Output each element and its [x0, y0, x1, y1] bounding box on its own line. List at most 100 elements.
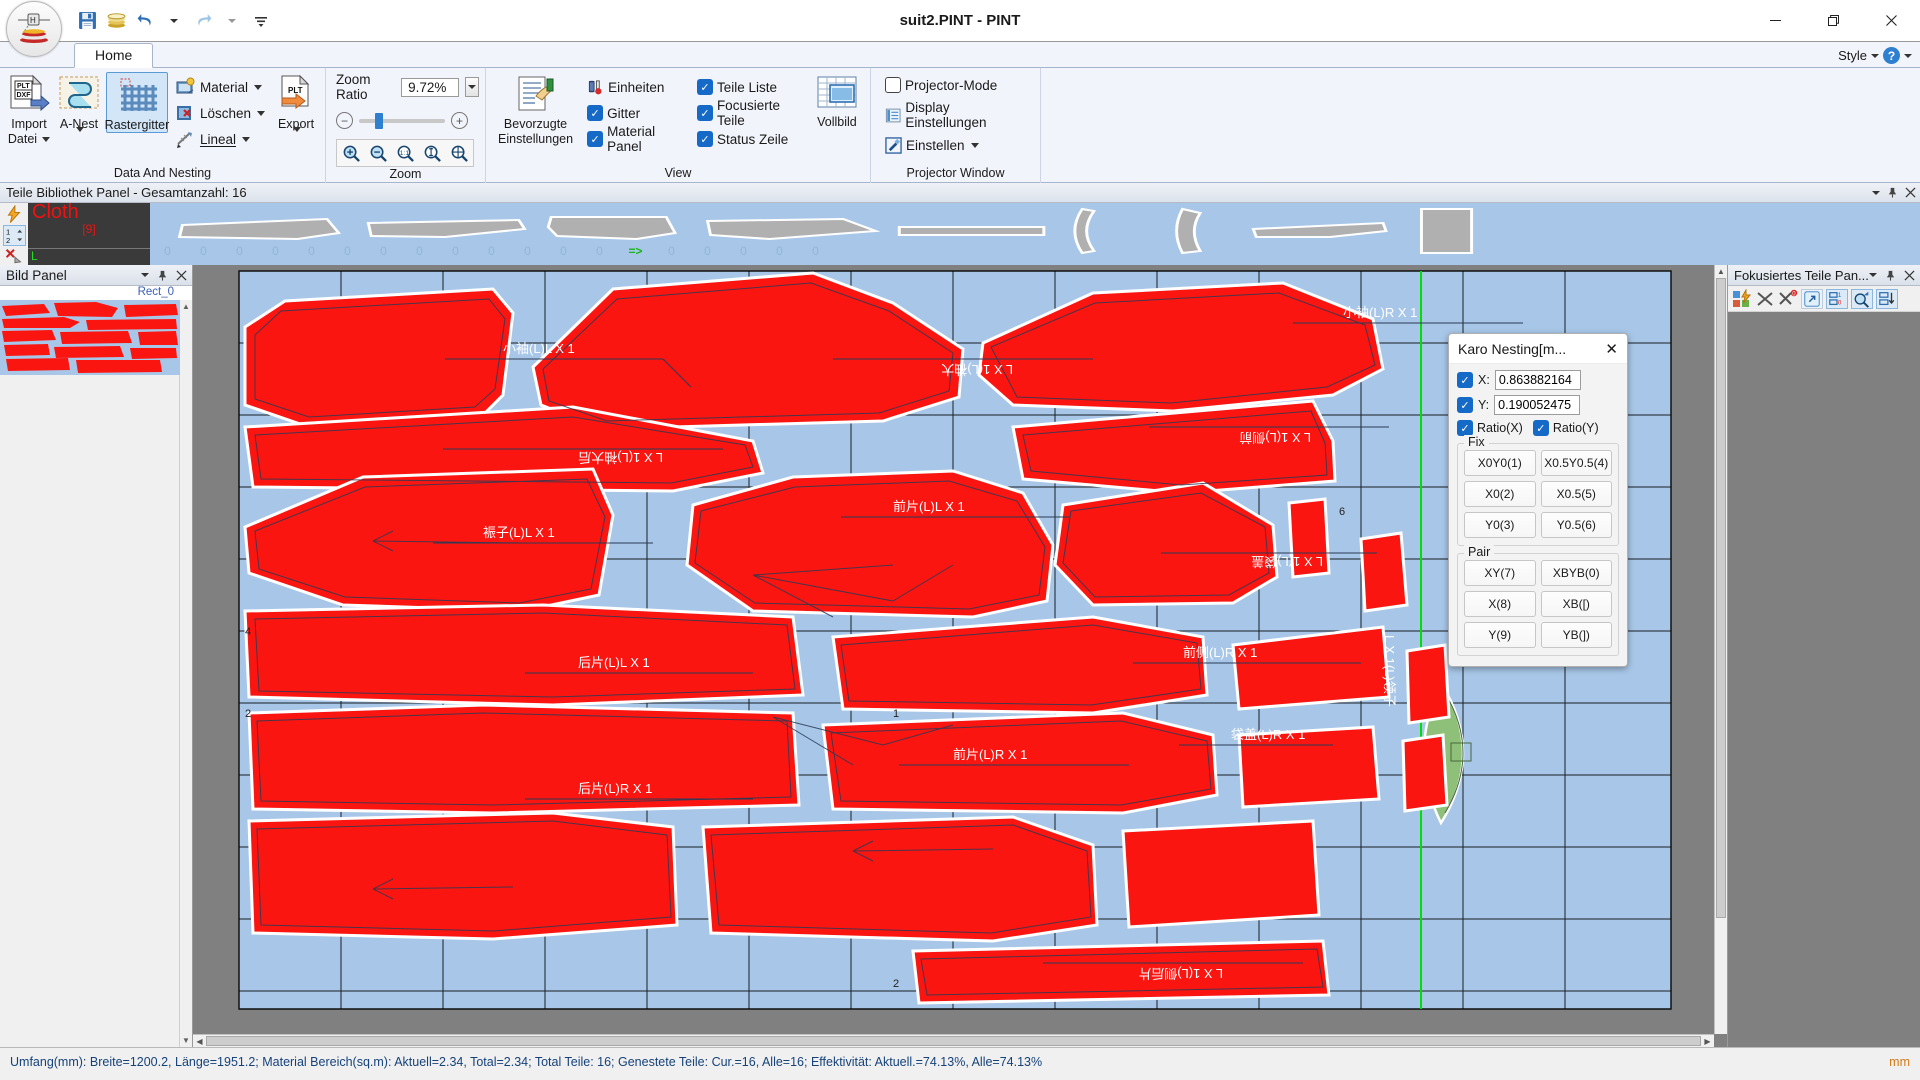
- close-icon[interactable]: [1904, 269, 1915, 281]
- ratio-y-checkbox[interactable]: ✓: [1532, 420, 1549, 436]
- teile-liste-checkbox[interactable]: ✓: [696, 79, 713, 95]
- fix-x0y0-button[interactable]: X0Y0(1): [1464, 450, 1536, 476]
- pair-y-button[interactable]: Y(9): [1464, 622, 1536, 648]
- focusierte-teile-checkbox[interactable]: ✓: [696, 105, 713, 121]
- export-dropdown-icon[interactable]: [293, 127, 301, 146]
- y-checkbox[interactable]: ✓: [1457, 397, 1473, 413]
- einheiten-item[interactable]: Einheiten: [583, 74, 683, 100]
- a-nest-dropdown-icon[interactable]: [75, 127, 84, 146]
- save-icon[interactable]: [74, 8, 100, 34]
- lineal-dropdown-icon[interactable]: [242, 136, 250, 142]
- zoom-fit-all-icon[interactable]: [446, 141, 472, 165]
- bild-panel-side-scrollbar[interactable]: ▼: [179, 375, 192, 1047]
- a-nest-button[interactable]: A-Nest: [56, 72, 102, 146]
- export-button[interactable]: PLT Export: [273, 72, 319, 146]
- gitter-item[interactable]: ✓ Gitter: [583, 100, 683, 126]
- einstellen-dropdown-icon[interactable]: [970, 142, 979, 148]
- material-panel-item[interactable]: ✓ Material Panel: [583, 124, 683, 154]
- zoom-in-icon[interactable]: [338, 141, 364, 165]
- karo-nesting-dialog[interactable]: Karo Nesting[m... ✕ ✓ X: ✓ Y: ✓ Ratio(X): [1448, 333, 1628, 667]
- counter-icon[interactable]: 10: [1826, 288, 1848, 309]
- undo-dropdown-icon[interactable]: [161, 8, 187, 34]
- vollbild-button[interactable]: Vollbild: [810, 72, 864, 129]
- fix-x05y05-button[interactable]: X0.5Y0.5(4): [1540, 450, 1612, 476]
- pair-xbyb-button[interactable]: XBYB(0): [1540, 560, 1612, 586]
- canvas-horizontal-scrollbar[interactable]: ◀ ▶: [193, 1034, 1714, 1047]
- tab-home[interactable]: Home: [74, 43, 154, 68]
- pair-xy-button[interactable]: XY(7): [1464, 560, 1536, 586]
- style-menu-label[interactable]: Style: [1838, 48, 1867, 63]
- bevorzugte-einstellungen-button[interactable]: Bevorzugte Einstellungen: [498, 72, 573, 146]
- zoom-slider-thumb[interactable]: [375, 112, 383, 129]
- zoom-slider[interactable]: − +: [336, 112, 468, 129]
- display-einstellungen-item[interactable]: Display Einstellungen: [881, 100, 1034, 130]
- status-zeile-checkbox[interactable]: ✓: [696, 131, 713, 147]
- loeschen-dropdown-icon[interactable]: [257, 110, 266, 116]
- projector-mode-item[interactable]: Projector-Mode: [881, 72, 1001, 98]
- minimize-button[interactable]: [1746, 0, 1804, 41]
- material-dropdown-icon[interactable]: [253, 84, 262, 90]
- lightning-icon[interactable]: [4, 205, 24, 224]
- x-checkbox[interactable]: ✓: [1457, 372, 1473, 388]
- delete-part-icon[interactable]: [4, 247, 24, 266]
- rastergitter-button[interactable]: Rastergitter: [105, 72, 169, 133]
- application-menu-button[interactable]: H: [6, 1, 62, 57]
- bild-panel-preview[interactable]: ▲: [0, 300, 192, 375]
- zoom-part-icon[interactable]: [1851, 288, 1873, 309]
- chevron-down-icon[interactable]: [1869, 273, 1877, 277]
- horizontal-scrollbar-thumb[interactable]: [206, 1036, 1701, 1046]
- customize-quick-access-icon[interactable]: [248, 8, 274, 34]
- zoom-ratio-value[interactable]: 9.72%: [401, 77, 460, 97]
- focus-panel-content[interactable]: [1728, 312, 1920, 1047]
- library-parts-strip[interactable]: 0 0 0 0 0 0 0 0 0 0 0 0 0 => 0 0 0 0 0: [150, 203, 1920, 265]
- dialog-title-bar[interactable]: Karo Nesting[m... ✕: [1449, 334, 1627, 364]
- fix-y0-button[interactable]: Y0(3): [1464, 512, 1536, 538]
- nesting-canvas[interactable]: 4 2 1 6 2 小袖(L)L X 1 小袖(L)R X 1 L X 1(L)…: [193, 265, 1727, 1047]
- teile-liste-item[interactable]: ✓ Teile Liste: [693, 74, 800, 100]
- focusierte-teile-item[interactable]: ✓ Focusierte Teile: [693, 98, 800, 128]
- pair-yb-button[interactable]: YB(]): [1540, 622, 1612, 648]
- import-datei-button[interactable]: PLT DXF Import Datei: [6, 72, 52, 146]
- redo-icon[interactable]: [190, 8, 216, 34]
- scroll-left-icon[interactable]: ◀: [193, 1035, 206, 1047]
- zoom-slider-track[interactable]: [359, 112, 445, 129]
- pair-x-button[interactable]: X(8): [1464, 591, 1536, 617]
- y-input[interactable]: [1494, 395, 1581, 415]
- projector-mode-checkbox[interactable]: [885, 77, 901, 93]
- chevron-down-icon[interactable]: [1872, 190, 1880, 195]
- help-icon[interactable]: ?: [1883, 47, 1900, 64]
- export-part-icon[interactable]: [1801, 288, 1823, 309]
- zoom-ratio-dropdown-icon[interactable]: [465, 77, 479, 97]
- gitter-checkbox[interactable]: ✓: [587, 105, 604, 121]
- sort-icon[interactable]: [1876, 288, 1898, 309]
- ratio-x-checkbox[interactable]: ✓: [1457, 420, 1473, 436]
- zoom-out-button[interactable]: −: [336, 112, 353, 129]
- library-tile-cloth[interactable]: Cloth [9] L: [28, 202, 150, 265]
- material-button[interactable]: Material: [172, 74, 269, 100]
- spinner-icon[interactable]: 12: [2, 224, 26, 246]
- style-dropdown-icon[interactable]: [1871, 53, 1879, 58]
- scroll-right-icon[interactable]: ▶: [1701, 1035, 1714, 1047]
- pin-icon[interactable]: [1887, 187, 1898, 198]
- close-icon[interactable]: [1905, 187, 1916, 198]
- einstellen-item[interactable]: Einstellen: [881, 132, 983, 158]
- fix-x05-button[interactable]: X0.5(5): [1540, 481, 1612, 507]
- vertical-scrollbar-thumb[interactable]: [1716, 278, 1726, 918]
- material-stack-icon[interactable]: [103, 8, 129, 34]
- zoom-fit-width-icon[interactable]: [419, 141, 445, 165]
- add-part-icon[interactable]: [1732, 288, 1752, 309]
- scroll-down-icon[interactable]: ▼: [182, 1036, 190, 1047]
- pair-xb-button[interactable]: XB([): [1540, 591, 1612, 617]
- lineal-button[interactable]: Lineal: [172, 126, 269, 152]
- close-icon[interactable]: [176, 269, 187, 281]
- chevron-down-icon[interactable]: [141, 273, 149, 277]
- dialog-close-button[interactable]: ✕: [1602, 340, 1621, 358]
- fix-x0-button[interactable]: X0(2): [1464, 481, 1536, 507]
- close-button[interactable]: [1862, 0, 1920, 41]
- scroll-up-icon[interactable]: ▲: [180, 300, 192, 313]
- help-dropdown-icon[interactable]: [1904, 53, 1912, 58]
- redo-dropdown-icon[interactable]: [219, 8, 245, 34]
- status-zeile-item[interactable]: ✓ Status Zeile: [693, 126, 800, 152]
- zoom-out-icon[interactable]: [365, 141, 391, 165]
- zoom-actual-size-icon[interactable]: 1:1: [392, 141, 418, 165]
